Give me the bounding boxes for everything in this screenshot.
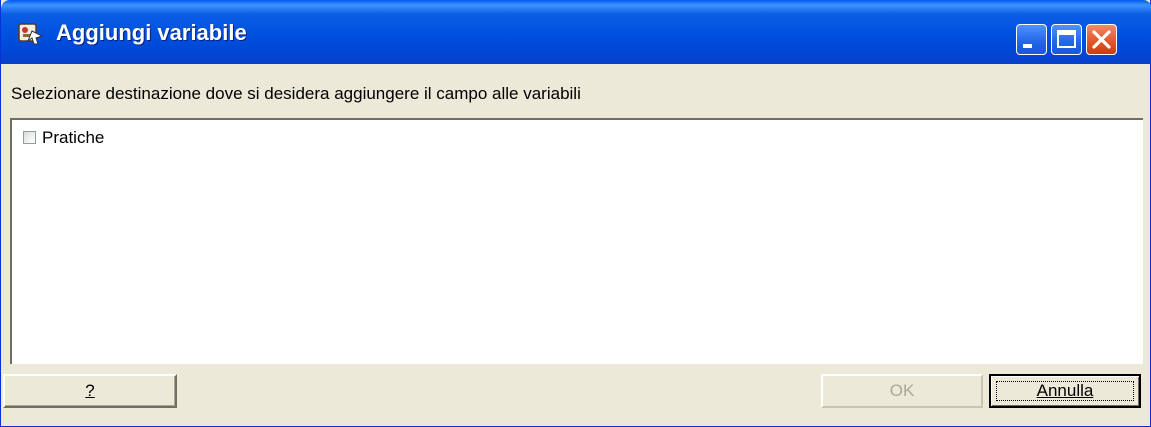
close-button[interactable] xyxy=(1086,24,1117,55)
dialog-window: Aggiungi variabile Selezionare destinazi… xyxy=(0,0,1151,427)
maximize-icon xyxy=(1057,30,1076,48)
ok-button-label: OK xyxy=(889,381,915,400)
minimize-icon xyxy=(1023,44,1032,48)
minimize-button[interactable] xyxy=(1016,24,1047,55)
ok-button[interactable]: OK xyxy=(821,374,983,408)
help-button[interactable]: ? xyxy=(3,374,177,408)
instruction-text: Selezionare destinazione dove si desider… xyxy=(11,84,581,103)
destination-list[interactable]: Pratiche xyxy=(10,118,1143,364)
help-button-label: ? xyxy=(85,381,95,400)
cancel-button[interactable]: Annulla xyxy=(989,374,1141,408)
list-item-label[interactable]: Pratiche xyxy=(42,128,104,148)
maximize-button[interactable] xyxy=(1051,24,1082,55)
cancel-button-label: Annulla xyxy=(1036,381,1094,400)
pratiche-checkbox[interactable] xyxy=(23,131,36,144)
app-variables-icon[interactable] xyxy=(18,22,44,46)
title-bar[interactable]: Aggiungi variabile xyxy=(1,0,1151,64)
window-title: Aggiungi variabile xyxy=(56,20,247,45)
close-icon xyxy=(1092,30,1111,49)
